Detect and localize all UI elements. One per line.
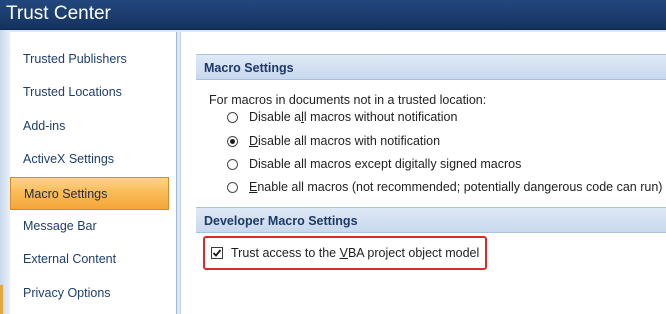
radio-disable-all-with-notification[interactable]: Disable all macros with notification bbox=[227, 133, 440, 149]
sidebar-item-label: Message Bar bbox=[23, 219, 97, 233]
sidebar-item-label: ActiveX Settings bbox=[23, 152, 115, 166]
sidebar-item-label: Privacy Options bbox=[23, 286, 111, 300]
radio-button[interactable] bbox=[227, 111, 238, 123]
sidebar-item-label: Add-ins bbox=[23, 119, 66, 133]
sidebar-item-message-bar[interactable]: Message Bar bbox=[10, 210, 169, 243]
developer-macro-settings-header: Developer Macro Settings bbox=[196, 207, 666, 233]
checkbox-checked[interactable] bbox=[211, 247, 223, 259]
window-left-edge bbox=[0, 30, 10, 314]
radio-label: Enable all macros (not recommended; pote… bbox=[249, 180, 663, 194]
sidebar-item-privacy-options[interactable]: Privacy Options bbox=[10, 277, 169, 310]
sidebar-item-label: Macro Settings bbox=[24, 187, 108, 201]
radio-label: Disable all macros except digitally sign… bbox=[249, 157, 522, 171]
sidebar-item-label: External Content bbox=[23, 252, 117, 266]
left-edge-accent bbox=[0, 285, 3, 314]
window-title: Trust Center bbox=[6, 3, 111, 24]
radio-button[interactable] bbox=[227, 158, 238, 170]
radio-label: Disable all macros with notification bbox=[249, 134, 441, 148]
macro-settings-intro: For macros in documents not in a trusted… bbox=[209, 93, 487, 107]
radio-disable-all-without-notification[interactable]: Disable all macros without notification bbox=[227, 109, 457, 125]
radio-button-selected[interactable] bbox=[227, 135, 238, 147]
trust-center-window: Trust Center Trusted Publishers Trusted … bbox=[0, 0, 666, 314]
trust-vba-access-option[interactable]: Trust access to the VBA project object m… bbox=[211, 245, 479, 261]
title-bar[interactable]: Trust Center bbox=[0, 0, 666, 30]
checkbox-label: Trust access to the VBA project object m… bbox=[231, 246, 480, 260]
checkmark-icon bbox=[212, 249, 222, 257]
radio-label: Disable all macros without notification bbox=[249, 110, 458, 124]
sidebar-item-label: Trusted Publishers bbox=[23, 52, 127, 66]
macro-settings-header: Macro Settings bbox=[196, 54, 666, 80]
sidebar-item-label: Trusted Locations bbox=[23, 85, 122, 99]
radio-enable-all-macros[interactable]: Enable all macros (not recommended; pote… bbox=[227, 179, 662, 195]
sidebar-item-activex-settings[interactable]: ActiveX Settings bbox=[10, 143, 169, 176]
sidebar-item-macro-settings[interactable]: Macro Settings bbox=[10, 177, 169, 210]
sidebar-item-trusted-publishers[interactable]: Trusted Publishers bbox=[10, 43, 169, 76]
sidebar-item-add-ins[interactable]: Add-ins bbox=[10, 110, 169, 143]
sidebar-item-external-content[interactable]: External Content bbox=[10, 243, 169, 276]
sidebar-item-trusted-locations[interactable]: Trusted Locations bbox=[10, 76, 169, 109]
radio-button[interactable] bbox=[227, 181, 238, 193]
radio-disable-except-digitally-signed[interactable]: Disable all macros except digitally sign… bbox=[227, 156, 521, 172]
